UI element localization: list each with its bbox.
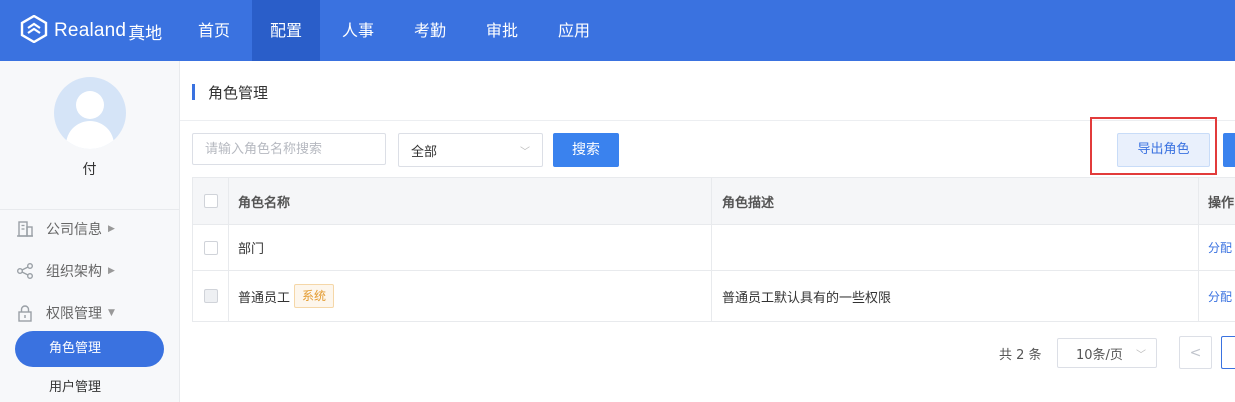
add-role-button[interactable] (1223, 133, 1235, 167)
export-roles-button[interactable]: 导出角色 (1117, 133, 1210, 167)
expand-arrow-icon: ▶ (108, 224, 115, 234)
chevron-left-icon: < (1189, 344, 1202, 361)
sidebar-item-label: 公司信息 (46, 222, 102, 238)
lock-icon (16, 304, 34, 322)
brand-logo[interactable]: Realand 真地 (20, 14, 163, 47)
prev-page-button[interactable]: < (1179, 336, 1212, 369)
row-checkbox[interactable] (203, 240, 218, 255)
avatar-head-shape (76, 91, 104, 119)
role-type-filter-select[interactable]: 全部 ﹀ (398, 133, 543, 167)
sidebar-subitem-label: 角色管理 (49, 341, 102, 356)
sidebar-item-org-structure[interactable]: 组织架构 ▶ (16, 259, 115, 283)
assign-link[interactable]: 分配 (1208, 239, 1232, 256)
actions-cell: 分配 (1199, 225, 1235, 270)
header-actions: 操作 (1199, 178, 1235, 224)
top-nav-bar: Realand 真地 首页 配置 人事 考勤 审批 应用 (0, 0, 1235, 61)
building-icon (16, 220, 34, 238)
brand-name: Realand (54, 20, 127, 41)
system-tag: 系统 (294, 284, 335, 308)
sidebar: 付 公司信息 ▶ 组织架构 ▶ 权限管理 ▼ 角色管理 用户管理 (0, 61, 180, 402)
header-role-name: 角色名称 (228, 178, 712, 224)
column-header-label: 角色名称 (238, 195, 291, 211)
sidebar-divider (0, 209, 179, 210)
expand-arrow-icon: ▶ (108, 266, 115, 276)
role-desc-cell (712, 225, 1199, 270)
title-divider (180, 120, 1235, 121)
share-icon (16, 262, 34, 280)
role-search-input[interactable] (192, 133, 386, 165)
sidebar-subitem-user-management[interactable]: 用户管理 (49, 376, 101, 395)
logo-icon (20, 14, 48, 47)
nav-apps[interactable]: 应用 (540, 0, 608, 61)
page-title: 角色管理 (208, 84, 269, 102)
row-checkbox-cell (192, 225, 229, 270)
title-accent-bar (192, 84, 195, 100)
nav-attendance[interactable]: 考勤 (396, 0, 464, 61)
search-button[interactable]: 搜索 (553, 133, 619, 167)
assign-link[interactable]: 分配 (1208, 288, 1232, 305)
page-size-value: 10条/页 (1076, 347, 1123, 363)
role-desc: 普通员工默认具有的一些权限 (722, 290, 892, 306)
brand-name-cn: 真地 (128, 23, 163, 44)
role-name: 普通员工 (238, 290, 291, 306)
header-checkbox-cell (192, 178, 229, 224)
avatar-body-shape (66, 121, 114, 149)
role-name-cell: 部门 (228, 225, 712, 270)
role-name: 部门 (238, 242, 265, 257)
sidebar-subitem-role-management[interactable]: 角色管理 (15, 331, 164, 367)
pagination-total: 共 2 条 (999, 348, 1042, 363)
page-size-select[interactable]: 10条/页 ﹀ (1057, 338, 1157, 368)
table-row: 部门 分配 (192, 225, 1235, 271)
row-checkbox-cell (192, 271, 229, 321)
chevron-down-icon: ﹀ (520, 146, 530, 158)
avatar[interactable] (54, 77, 126, 149)
column-header-label: 角色描述 (722, 195, 775, 211)
chevron-down-icon: ﹀ (1136, 349, 1146, 361)
column-header-label: 操作 (1208, 195, 1235, 211)
role-name-cell: 普通员工 系统 (228, 271, 712, 321)
sidebar-item-company-info[interactable]: 公司信息 ▶ (16, 217, 115, 241)
main-content: 角色管理 全部 ﹀ 搜索 导出角色 角色名称 角色描述 操作 (180, 61, 1235, 402)
actions-cell: 分配 (1199, 271, 1235, 321)
table-row: 普通员工 系统 普通员工默认具有的一些权限 分配 (192, 271, 1235, 322)
nav-config[interactable]: 配置 (252, 0, 320, 61)
roles-table: 角色名称 角色描述 操作 部门 分配 普通员工 系统 普通员工默认具有的一些权限… (192, 177, 1235, 322)
sidebar-item-label: 组织架构 (46, 264, 102, 280)
role-desc-cell: 普通员工默认具有的一些权限 (712, 271, 1199, 321)
row-checkbox (203, 289, 218, 303)
sidebar-item-permissions[interactable]: 权限管理 ▼ (16, 301, 115, 325)
nav-personnel[interactable]: 人事 (324, 0, 392, 61)
sidebar-item-label: 权限管理 (46, 306, 102, 322)
header-role-desc: 角色描述 (712, 178, 1199, 224)
nav-home[interactable]: 首页 (180, 0, 248, 61)
current-page-button[interactable] (1221, 336, 1235, 369)
collapse-arrow-icon: ▼ (108, 308, 115, 318)
nav-approval[interactable]: 审批 (468, 0, 536, 61)
select-value: 全部 (411, 144, 438, 160)
table-header-row: 角色名称 角色描述 操作 (192, 178, 1235, 225)
user-name: 付 (82, 162, 97, 178)
select-all-checkbox[interactable] (203, 194, 218, 208)
